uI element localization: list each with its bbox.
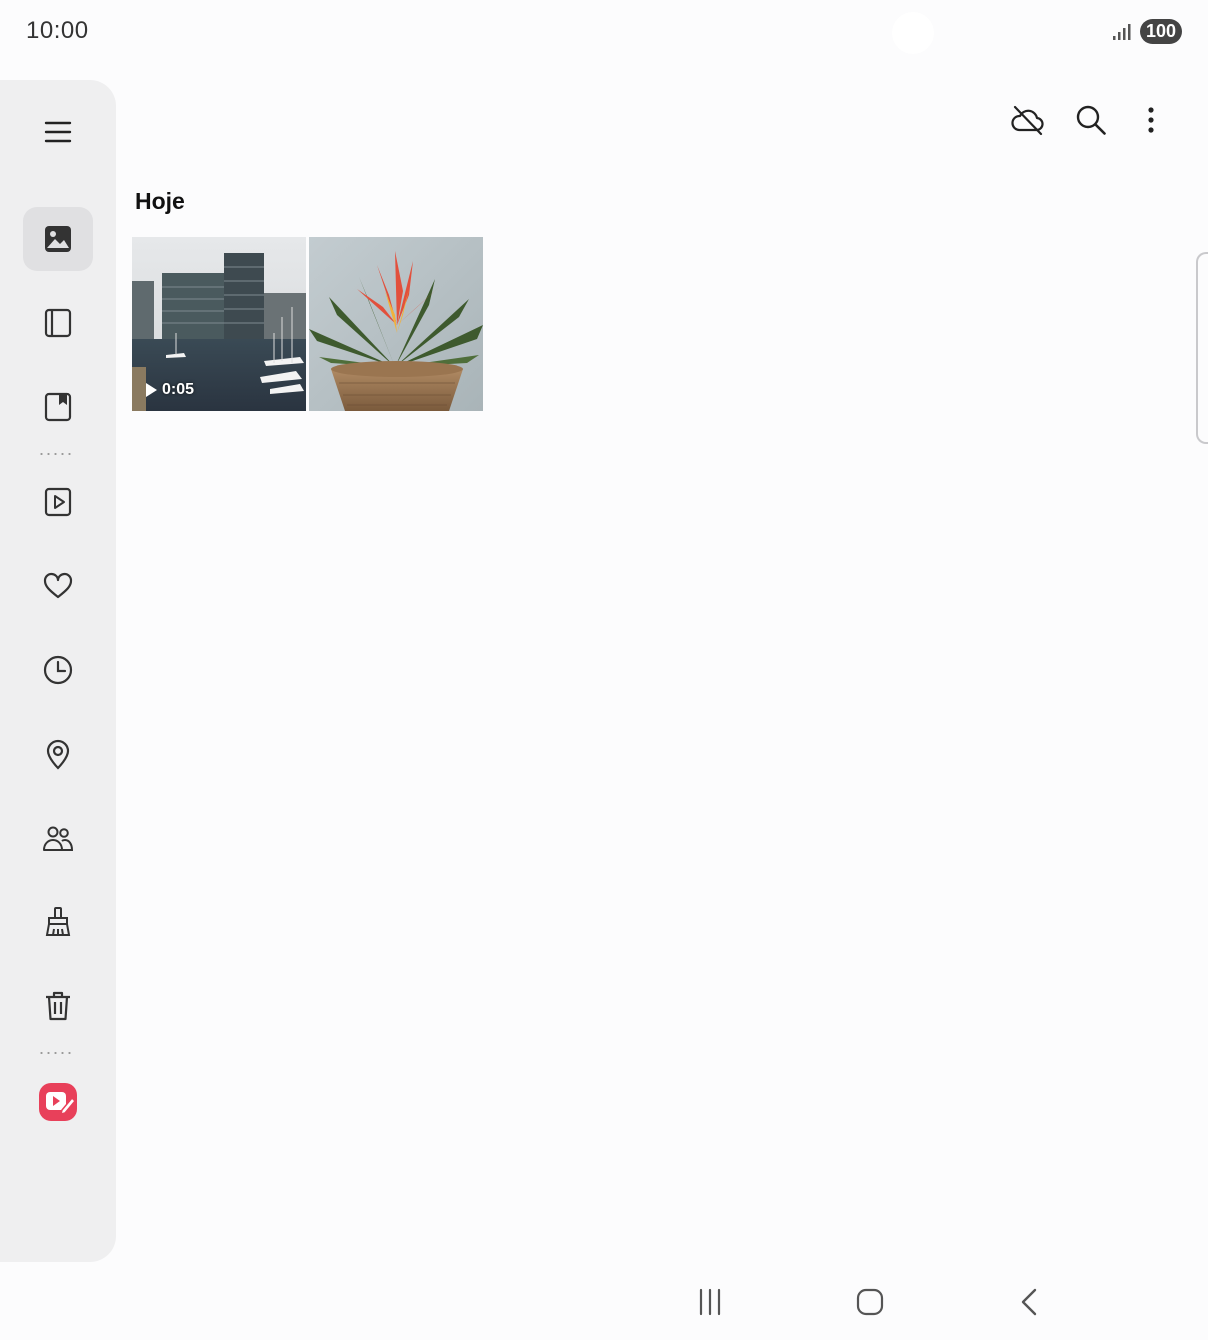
- image-thumbnail[interactable]: [309, 237, 483, 411]
- search-button[interactable]: [1071, 100, 1111, 140]
- divider: [38, 1052, 74, 1054]
- cleanup-button[interactable]: [23, 890, 93, 954]
- clock: 10:00: [26, 17, 89, 44]
- trash-icon: [46, 991, 70, 1021]
- favorites-icon: [43, 572, 73, 599]
- stories-button[interactable]: [23, 375, 93, 439]
- front-camera-cutout: [892, 12, 934, 54]
- divider: [38, 453, 74, 455]
- pictures-button[interactable]: [23, 207, 93, 271]
- albums-icon: [44, 308, 72, 338]
- home-button[interactable]: [850, 1284, 890, 1320]
- trash-button[interactable]: [23, 974, 93, 1038]
- home-icon: [856, 1288, 884, 1316]
- recent-apps-icon: [699, 1288, 721, 1316]
- more-vert-icon: [1148, 107, 1154, 133]
- locations-icon: [46, 739, 70, 770]
- fast-scroll-handle[interactable]: [1196, 252, 1208, 444]
- cleanup-icon: [45, 907, 71, 936]
- menu-icon: [44, 121, 72, 143]
- videos-button[interactable]: [23, 470, 93, 534]
- video-thumbnail[interactable]: 0:05: [132, 237, 306, 411]
- signal-icon: [1113, 24, 1131, 40]
- menu-button[interactable]: [23, 100, 93, 164]
- video-duration: 0:05: [146, 381, 194, 399]
- back-icon: [1021, 1288, 1037, 1316]
- back-button[interactable]: [1010, 1284, 1050, 1320]
- recent-apps-button[interactable]: [690, 1284, 730, 1320]
- search-icon: [1076, 105, 1106, 135]
- people-icon: [43, 826, 74, 851]
- section-title: Hoje: [135, 188, 185, 214]
- system-navigation-bar: [0, 1262, 1208, 1340]
- play-icon: [146, 383, 157, 397]
- locations-button[interactable]: [23, 722, 93, 786]
- bromeliad-image: [309, 237, 483, 411]
- cloud-off-icon: [1011, 105, 1044, 136]
- more-options-button[interactable]: [1129, 100, 1169, 140]
- status-bar: 10:00 100: [0, 0, 1208, 62]
- pictures-icon: [45, 226, 71, 252]
- duration-label: 0:05: [162, 381, 195, 398]
- recent-button[interactable]: [23, 638, 93, 702]
- videos-icon: [44, 487, 72, 517]
- video-editor-icon: [39, 1083, 77, 1121]
- recent-icon: [43, 655, 73, 685]
- battery-indicator: 100: [1140, 19, 1182, 44]
- stories-icon: [44, 392, 72, 422]
- navigation-rail: [0, 80, 116, 1262]
- favorites-button[interactable]: [23, 554, 93, 618]
- albums-button[interactable]: [23, 291, 93, 355]
- video-editor-button[interactable]: [23, 1070, 93, 1134]
- people-button[interactable]: [23, 806, 93, 870]
- cloud-sync-button[interactable]: [1007, 100, 1047, 140]
